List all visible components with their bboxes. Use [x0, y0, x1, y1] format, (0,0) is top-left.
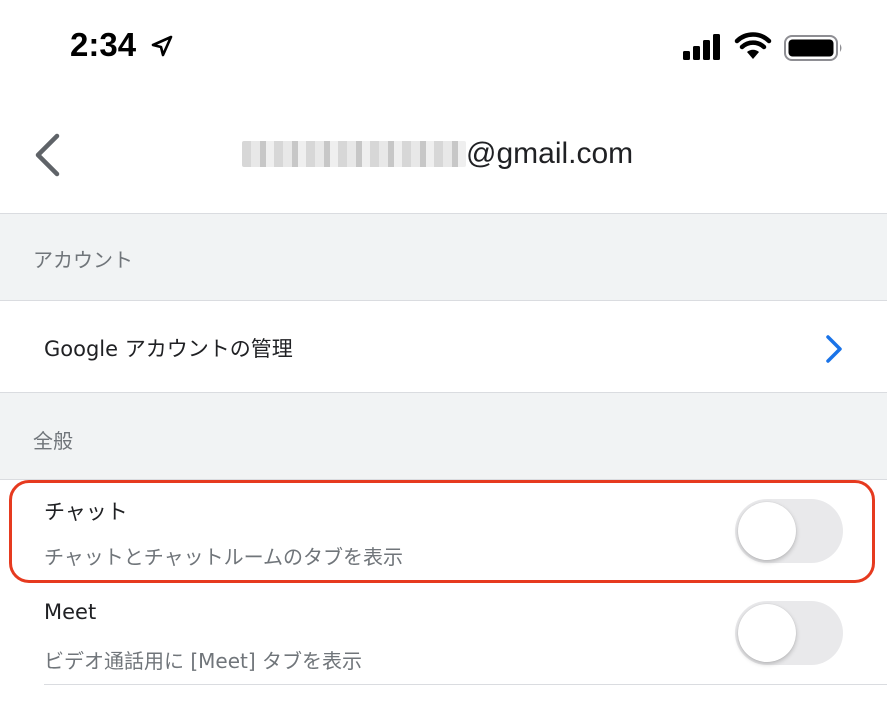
divider — [44, 684, 887, 685]
status-time: 2:34 — [70, 26, 137, 63]
chevron-right-icon — [826, 335, 842, 363]
status-bar: 2:34 — [0, 0, 887, 96]
setting-description-meet: ビデオ通話用に [Meet] タブを表示 — [44, 649, 363, 673]
battery-icon — [784, 35, 842, 61]
cellular-signal-icon — [683, 34, 720, 60]
section-title-account: アカウント — [33, 248, 133, 272]
section-header-general: 全般 — [0, 392, 887, 480]
highlight-annotation — [9, 480, 875, 583]
chevron-left-icon — [35, 133, 60, 177]
manage-google-account-row[interactable]: Google アカウントの管理 — [0, 301, 887, 392]
email-domain: @gmail.com — [466, 137, 634, 170]
header: @gmail.com — [0, 96, 887, 213]
section-header-account: アカウント — [0, 213, 887, 301]
back-button[interactable] — [26, 130, 70, 180]
setting-row-meet: Meet ビデオ通話用に [Meet] タブを表示 — [0, 586, 887, 686]
location-arrow-icon — [151, 35, 173, 57]
email-username-masked — [242, 141, 466, 167]
toggle-knob — [738, 604, 796, 662]
setting-title-meet: Meet — [44, 600, 97, 624]
account-email: @gmail.com — [242, 134, 633, 174]
section-title-general: 全般 — [33, 429, 73, 453]
manage-google-account-label: Google アカウントの管理 — [44, 337, 293, 361]
meet-toggle[interactable] — [735, 601, 843, 665]
wifi-icon — [734, 32, 772, 59]
